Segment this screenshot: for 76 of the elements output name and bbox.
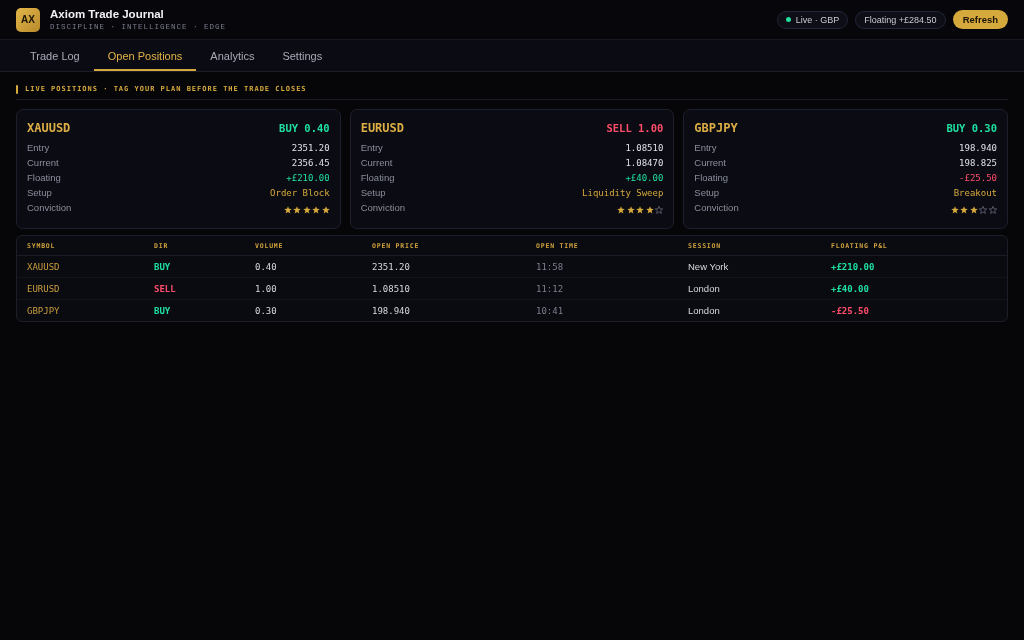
field-label: Floating — [27, 172, 61, 183]
status-label: Live · GBP — [795, 14, 840, 25]
table-cell: XAUUSD — [27, 261, 60, 272]
table-cell: 10:41 — [536, 305, 564, 316]
field-label: Entry — [694, 142, 717, 153]
floating-total-badge: Floating +£284.50 — [855, 10, 946, 29]
star-icon — [312, 205, 321, 214]
field-label: Setup — [27, 187, 52, 198]
field-label: Conviction — [27, 202, 72, 213]
card-symbol: EURUSD — [360, 121, 404, 135]
star-icon — [636, 205, 645, 214]
field-value: Order Block — [270, 187, 330, 198]
table-cell: BUY — [154, 305, 171, 316]
logo-badge: AX — [16, 7, 40, 32]
field-value: +£210.00 — [286, 172, 330, 183]
table-cell: London — [688, 305, 720, 316]
field-label: Current — [694, 157, 726, 168]
star-icon — [960, 205, 969, 214]
field-value: +£40.00 — [625, 172, 664, 183]
star-outline-icon — [979, 205, 988, 214]
direction-label: BUY 0.40 — [279, 122, 330, 134]
table-cell: 0.30 — [255, 305, 277, 316]
field-value: 2351.20 — [291, 142, 330, 153]
table-cell: +£40.00 — [831, 283, 869, 294]
tab[interactable]: Settings — [268, 40, 337, 71]
table-cell: +£210.00 — [831, 261, 875, 272]
star-icon — [293, 205, 302, 214]
field-value: -£25.50 — [959, 172, 997, 183]
field-value: 2356.45 — [291, 157, 330, 168]
table-cell: EURUSD — [27, 283, 60, 294]
field-value: 1.08510 — [625, 142, 664, 153]
card-symbol: GBPJPY — [694, 121, 738, 135]
star-icon — [283, 205, 292, 214]
direction-label: BUY 0.30 — [946, 122, 997, 134]
table-cell: BUY — [154, 261, 171, 272]
app-title: Axiom Trade Journal — [50, 7, 164, 21]
table-cell: 1.08510 — [372, 283, 410, 294]
table-cell: 0.40 — [255, 261, 277, 272]
tab[interactable]: Trade Log — [16, 40, 94, 71]
tab[interactable]: Analytics — [196, 40, 269, 71]
field-label: Current — [27, 157, 59, 168]
field-value: Breakout — [953, 187, 997, 198]
field-label: Conviction — [360, 202, 405, 213]
field-label: Floating — [360, 172, 395, 183]
star-icon — [645, 205, 654, 214]
field-label: Entry — [27, 142, 50, 153]
table-cell: London — [688, 283, 720, 294]
field-label: Conviction — [694, 202, 739, 213]
table-cell: New York — [688, 261, 729, 272]
table-cell: 198.940 — [372, 305, 410, 316]
field-value: 198.825 — [959, 157, 997, 168]
field-label: Entry — [360, 142, 383, 153]
table-cell: GBPJPY — [27, 305, 60, 316]
star-icon — [302, 205, 311, 214]
field-label: Floating — [694, 172, 729, 183]
table-cell: 1.00 — [255, 283, 277, 294]
tab[interactable]: Open Positions — [93, 40, 197, 71]
accent-bar — [16, 84, 18, 94]
field-label: Setup — [360, 187, 386, 198]
table-cell: 2351.20 — [372, 261, 410, 272]
field-value: 198.940 — [959, 142, 997, 153]
star-icon — [617, 205, 626, 214]
table-cell: 11:12 — [536, 283, 564, 294]
card-symbol: XAUUSD — [27, 121, 71, 135]
star-outline-icon — [655, 205, 664, 214]
field-value: 1.08470 — [625, 157, 664, 168]
table-cell: SELL — [154, 283, 176, 294]
star-icon — [626, 205, 635, 214]
field-label: Current — [360, 157, 393, 168]
refresh-button[interactable]: Refresh — [952, 10, 1008, 29]
table-cell: -£25.50 — [831, 305, 869, 316]
star-icon — [321, 205, 330, 214]
table-cell: 11:58 — [536, 261, 564, 272]
direction-label: SELL 1.00 — [606, 122, 664, 134]
field-value: Liquidity Sweep — [582, 187, 664, 198]
field-label: Setup — [694, 187, 720, 198]
